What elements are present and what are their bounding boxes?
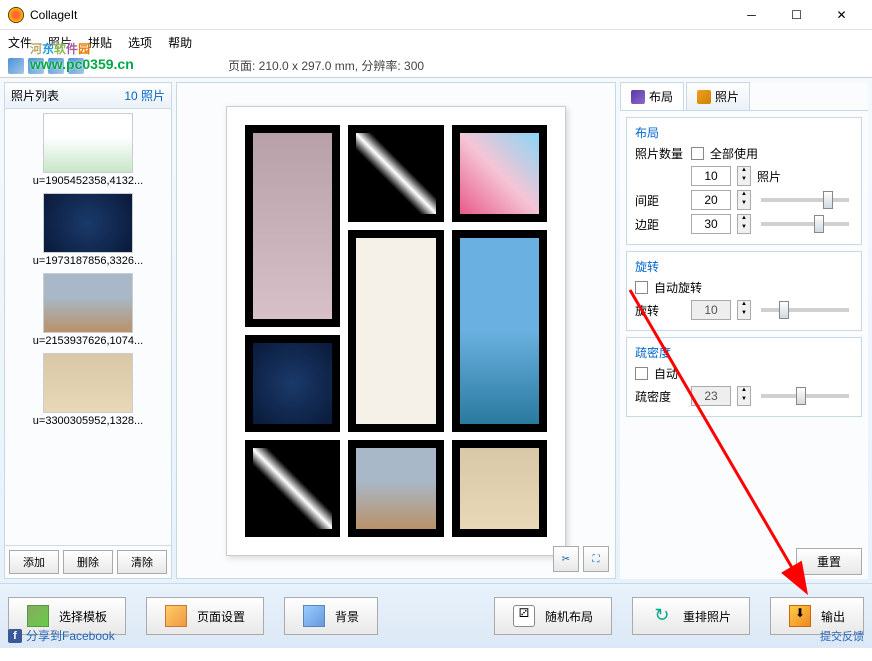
- margin-input[interactable]: [691, 214, 731, 234]
- list-item[interactable]: u=1905452358,4132...: [9, 113, 167, 187]
- photo-icon: [697, 90, 711, 104]
- clear-button[interactable]: 清除: [117, 550, 167, 574]
- template-icon: [27, 605, 49, 627]
- add-button[interactable]: 添加: [9, 550, 59, 574]
- page-info: 页面: 210.0 x 297.0 mm, 分辨率: 300: [228, 57, 424, 74]
- photo-list-title: 照片列表: [11, 87, 59, 104]
- close-button[interactable]: ✕: [819, 0, 864, 30]
- list-item[interactable]: u=1973187856,3326...: [9, 193, 167, 267]
- margin-slider[interactable]: [761, 222, 849, 226]
- rotation-slider[interactable]: [761, 308, 849, 312]
- feedback-link[interactable]: 提交反馈: [820, 628, 864, 644]
- toolbar-icon-2[interactable]: [28, 58, 44, 74]
- auto-rotate-label: 自动旋转: [654, 279, 702, 296]
- menu-photo[interactable]: 照片: [48, 34, 72, 51]
- rotation-group-title: 旋转: [635, 258, 853, 275]
- collage-preview[interactable]: [226, 106, 566, 556]
- spacing-spinner[interactable]: ▲▼: [737, 190, 751, 210]
- menu-file[interactable]: 文件: [8, 34, 32, 51]
- random-layout-button[interactable]: ⚂随机布局: [494, 597, 612, 635]
- menu-options[interactable]: 选项: [128, 34, 152, 51]
- menu-collage[interactable]: 拼贴: [88, 34, 112, 51]
- photo-count-input[interactable]: [691, 166, 731, 186]
- use-all-checkbox[interactable]: [691, 147, 704, 160]
- margin-spinner[interactable]: ▲▼: [737, 214, 751, 234]
- sparse-slider[interactable]: [761, 394, 849, 398]
- tab-layout[interactable]: 布局: [620, 82, 684, 110]
- maximize-button[interactable]: ☐: [774, 0, 819, 30]
- photo-list[interactable]: u=1905452358,4132... u=1973187856,3326..…: [5, 109, 171, 545]
- photo-count-label: 照片数量: [635, 145, 685, 162]
- use-all-label: 全部使用: [710, 145, 758, 162]
- auto-rotate-checkbox[interactable]: [635, 281, 648, 294]
- rotation-input[interactable]: [691, 300, 731, 320]
- photo-count-spinner[interactable]: ▲▼: [737, 166, 751, 186]
- reset-button[interactable]: 重置: [796, 548, 862, 575]
- refresh-icon: ↻: [651, 605, 673, 627]
- page-setup-button[interactable]: 页面设置: [146, 597, 264, 635]
- page-setup-icon: [165, 605, 187, 627]
- layout-group-title: 布局: [635, 124, 853, 141]
- auto-sparse-checkbox[interactable]: [635, 367, 648, 380]
- minimize-button[interactable]: ─: [729, 0, 774, 30]
- background-icon: [303, 605, 325, 627]
- rearrange-button[interactable]: ↻重排照片: [632, 597, 750, 635]
- rotation-label: 旋转: [635, 302, 685, 319]
- zoom-icon[interactable]: ⛶: [583, 546, 609, 572]
- list-item[interactable]: u=2153937626,1074...: [9, 273, 167, 347]
- spacing-label: 间距: [635, 192, 685, 209]
- facebook-link[interactable]: 分享到Facebook: [8, 627, 115, 644]
- app-icon: [8, 7, 24, 23]
- list-item[interactable]: u=3300305952,1328...: [9, 353, 167, 427]
- spacing-slider[interactable]: [761, 198, 849, 202]
- tab-photo[interactable]: 照片: [686, 82, 750, 110]
- photo-suffix: 照片: [757, 168, 781, 185]
- rotation-spinner[interactable]: ▲▼: [737, 300, 751, 320]
- export-icon: ⬇: [789, 605, 811, 627]
- sparse-input[interactable]: [691, 386, 731, 406]
- toolbar-icon-3[interactable]: [48, 58, 64, 74]
- app-title: CollageIt: [30, 8, 729, 22]
- layout-icon: [631, 90, 645, 104]
- sparse-group-title: 疏密度: [635, 344, 853, 361]
- photo-count: 10 照片: [124, 87, 165, 104]
- sparse-label: 疏密度: [635, 388, 685, 405]
- spacing-input[interactable]: [691, 190, 731, 210]
- background-button[interactable]: 背景: [284, 597, 378, 635]
- crop-icon[interactable]: ✂: [553, 546, 579, 572]
- dice-icon: ⚂: [513, 605, 535, 627]
- margin-label: 边距: [635, 216, 685, 233]
- sparse-spinner[interactable]: ▲▼: [737, 386, 751, 406]
- toolbar-icon-4[interactable]: [68, 58, 84, 74]
- remove-button[interactable]: 删除: [63, 550, 113, 574]
- toolbar-icon-1[interactable]: [8, 58, 24, 74]
- auto-sparse-label: 自动: [654, 365, 678, 382]
- menu-help[interactable]: 帮助: [168, 34, 192, 51]
